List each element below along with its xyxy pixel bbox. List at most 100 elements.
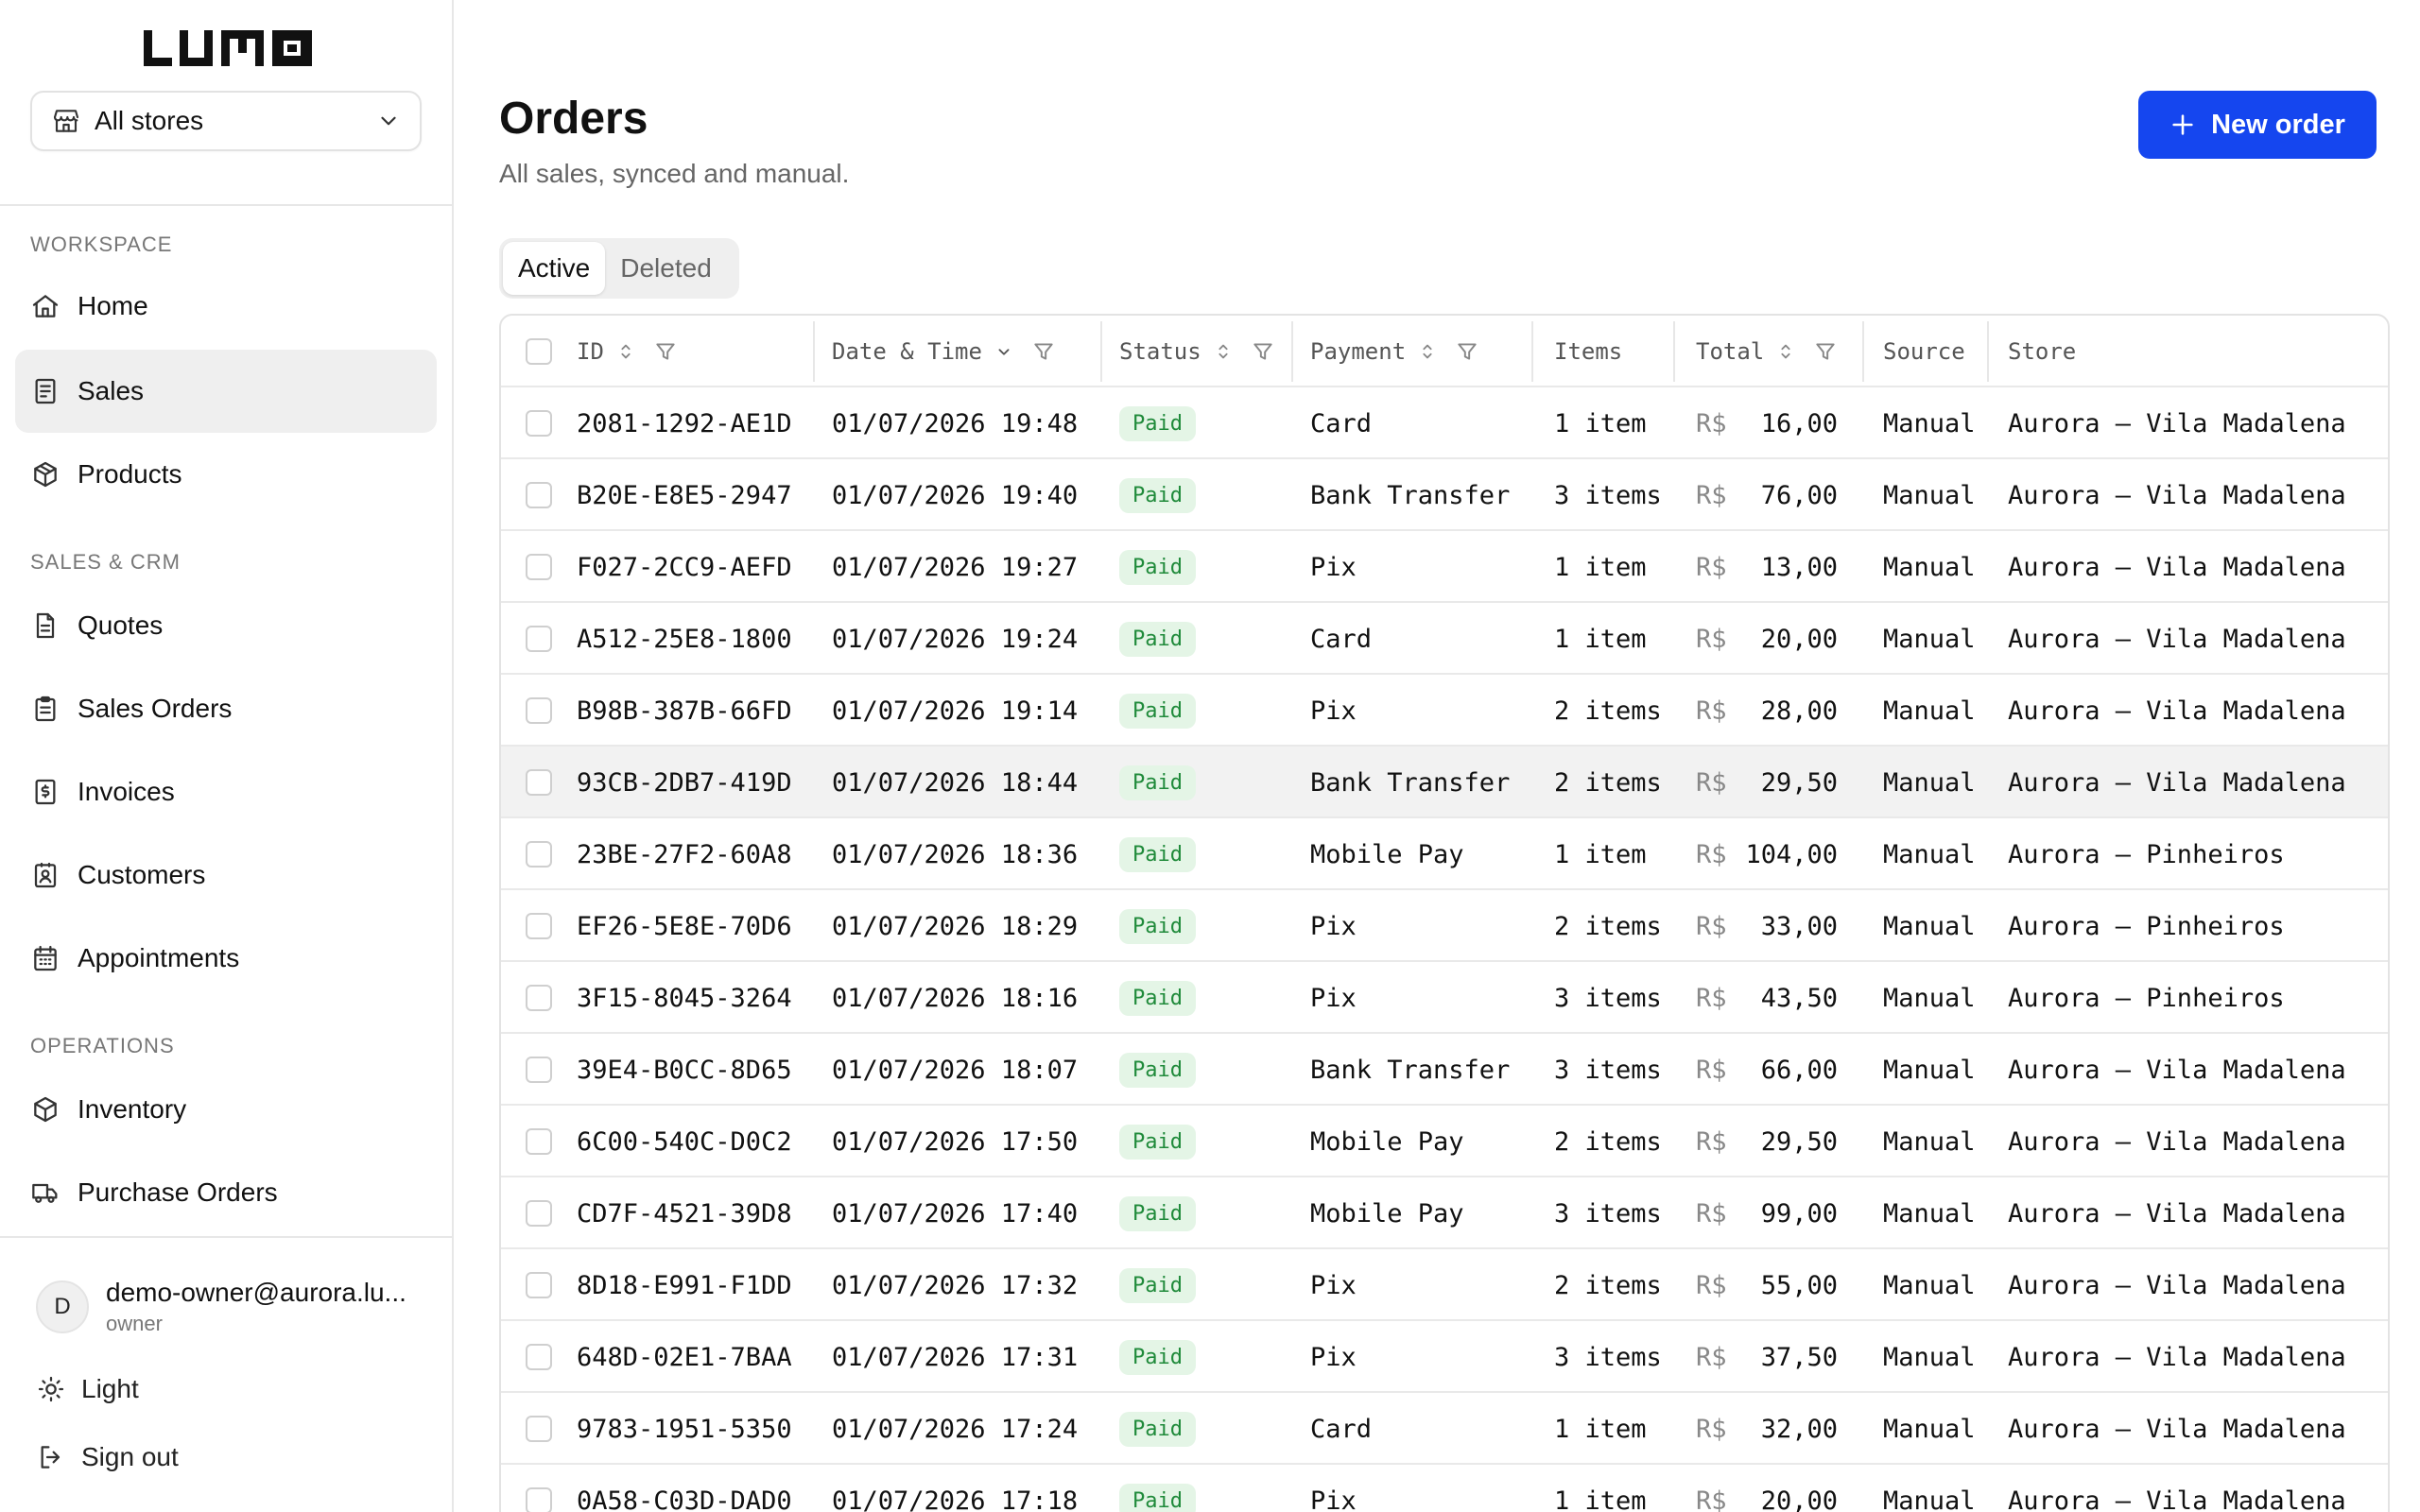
order-id[interactable]: 8D18-E991-F1DD [577,1249,792,1321]
store-select[interactable]: All stores [30,91,422,151]
order-id[interactable]: B20E-E8E5-2947 [577,459,792,531]
header-status[interactable]: Status [1119,316,1275,387]
table-row[interactable]: 23BE-27F2-60A8 01/07/2026 18:36 Paid Mobile… [501,818,2388,890]
order-id[interactable]: EF26-5E8E-70D6 [577,890,792,962]
row-checkbox[interactable] [526,1487,552,1512]
table-row[interactable]: 6C00-540C-D0C2 01/07/2026 17:50 Paid Mobile… [501,1106,2388,1177]
filter-icon[interactable] [1251,339,1275,364]
row-checkbox[interactable] [526,697,552,724]
row-checkbox[interactable] [526,554,552,580]
order-id[interactable]: A512-25E8-1800 [577,603,792,675]
row-checkbox-cell [526,890,552,962]
row-checkbox[interactable] [526,1272,552,1298]
sidebar-item-invoices[interactable]: Invoices [15,750,437,833]
order-id[interactable]: 9783-1951-5350 [577,1393,792,1465]
sort-icon[interactable] [1417,339,1438,364]
column-separator [1673,321,1675,382]
table-row[interactable]: B20E-E8E5-2947 01/07/2026 19:40 Paid Bank T… [501,459,2388,531]
table-row[interactable]: 9783-1951-5350 01/07/2026 17:24 Paid Card 1 … [501,1393,2388,1465]
order-id[interactable]: 39E4-B0CC-8D65 [577,1034,792,1106]
header-total[interactable]: Total [1696,316,1838,387]
table-row[interactable]: 93CB-2DB7-419D 01/07/2026 18:44 Paid Bank T… [501,747,2388,818]
sort-icon[interactable] [1775,339,1796,364]
order-id[interactable]: 3F15-8045-3264 [577,962,792,1034]
row-checkbox[interactable] [526,1416,552,1442]
order-id[interactable]: 2081-1292-AE1D [577,387,792,459]
table-row[interactable]: 2081-1292-AE1D 01/07/2026 19:48 Paid Card 1 … [501,387,2388,459]
sidebar-item-appointments[interactable]: Appointments [15,917,437,1000]
sidebar-item-customers[interactable]: Customers [15,833,437,917]
table-row[interactable]: 39E4-B0CC-8D65 01/07/2026 18:07 Paid Bank T… [501,1034,2388,1106]
order-id[interactable]: F027-2CC9-AEFD [577,531,792,603]
header-payment[interactable]: Payment [1310,316,1479,387]
table-row[interactable]: 0A58-C03D-DAD0 01/07/2026 17:18 Paid Pix 1 i… [501,1465,2388,1512]
header-id[interactable]: ID [577,316,678,387]
sidebar-item-purchase-orders[interactable]: Purchase Orders [15,1151,437,1234]
order-id[interactable]: 6C00-540C-D0C2 [577,1106,792,1177]
total-amount: 99,00 [1760,1198,1838,1228]
sidebar-item-home[interactable]: Home [15,265,437,348]
row-checkbox[interactable] [526,410,552,437]
select-all-checkbox[interactable] [526,338,552,365]
row-checkbox[interactable] [526,626,552,652]
lumo-logo[interactable] [140,26,316,72]
sign-out-button[interactable]: Sign out [36,1442,179,1472]
sort-icon[interactable] [1213,339,1234,364]
filter-icon[interactable] [1455,339,1479,364]
table-row[interactable]: A512-25E8-1800 01/07/2026 19:24 Paid Card 1 … [501,603,2388,675]
sidebar-item-inventory[interactable]: Inventory [15,1068,437,1151]
row-checkbox[interactable] [526,482,552,508]
sign-out-label: Sign out [81,1442,179,1471]
tab-deleted[interactable]: Deleted [605,242,727,295]
table-row[interactable]: F027-2CC9-AEFD 01/07/2026 19:27 Paid Pix 1 i… [501,531,2388,603]
order-store: Aurora — Vila Madalena [2008,624,2346,654]
sidebar-item-label: Sales [78,376,145,405]
theme-toggle[interactable]: Light [36,1374,139,1404]
row-checkbox[interactable] [526,1128,552,1155]
row-checkbox[interactable] [526,769,552,796]
tab-active[interactable]: Active [503,242,606,295]
chevron-down-icon[interactable] [994,339,1014,364]
row-checkbox[interactable] [526,1344,552,1370]
order-id[interactable]: 0A58-C03D-DAD0 [577,1465,792,1512]
row-checkbox[interactable] [526,1200,552,1227]
filter-icon[interactable] [1813,339,1838,364]
new-order-button[interactable]: New order [2138,91,2377,159]
user-menu[interactable]: D demo-owner@aurora.lu... owner [36,1278,418,1336]
item-count: 1 item [1554,408,1647,438]
sidebar-item-products[interactable]: Products [15,433,437,516]
status-cell: Paid [1119,603,1196,675]
total-amount: 104,00 [1745,839,1838,869]
row-checkbox[interactable] [526,913,552,939]
row-checkbox[interactable] [526,841,552,868]
sidebar-item-quotes[interactable]: Quotes [15,584,437,667]
row-checkbox[interactable] [526,985,552,1011]
order-id[interactable]: CD7F-4521-39D8 [577,1177,792,1249]
sidebar-item-label: Invoices [78,777,175,806]
table-row[interactable]: EF26-5E8E-70D6 01/07/2026 18:29 Paid Pix 2 i… [501,890,2388,962]
total-amount: 28,00 [1760,696,1838,726]
table-row[interactable]: B98B-387B-66FD 01/07/2026 19:14 Paid Pix 2 i… [501,675,2388,747]
order-id[interactable]: 93CB-2DB7-419D [577,747,792,818]
order-id[interactable]: B98B-387B-66FD [577,675,792,747]
table-row[interactable]: 3F15-8045-3264 01/07/2026 18:16 Paid Pix 3 i… [501,962,2388,1034]
order-id[interactable]: 23BE-27F2-60A8 [577,818,792,890]
filter-icon[interactable] [653,339,678,364]
header-date-time[interactable]: Date & Time [832,316,1056,387]
table-row[interactable]: 8D18-E991-F1DD 01/07/2026 17:32 Paid Pix 2 i… [501,1249,2388,1321]
total-amount: 29,50 [1760,1126,1838,1157]
sort-icon[interactable] [615,339,636,364]
table-row[interactable]: 648D-02E1-7BAA 01/07/2026 17:31 Paid Pix 3 i… [501,1321,2388,1393]
header-items: Items [1554,316,1622,387]
row-checkbox[interactable] [526,1057,552,1083]
sidebar-item-sales[interactable]: Sales [15,350,437,433]
filter-icon[interactable] [1031,339,1056,364]
order-id[interactable]: 648D-02E1-7BAA [577,1321,792,1393]
row-checkbox-cell [526,1106,552,1177]
table-row[interactable]: CD7F-4521-39D8 01/07/2026 17:40 Paid Mobile… [501,1177,2388,1249]
section-label-workspace: WORKSPACE [30,232,173,256]
sidebar-item-sales-orders[interactable]: Sales Orders [15,667,437,750]
status-badge: Paid [1119,1195,1196,1231]
order-datetime: 01/07/2026 19:24 [832,624,1079,654]
payment-method: Pix [1310,1270,1357,1300]
